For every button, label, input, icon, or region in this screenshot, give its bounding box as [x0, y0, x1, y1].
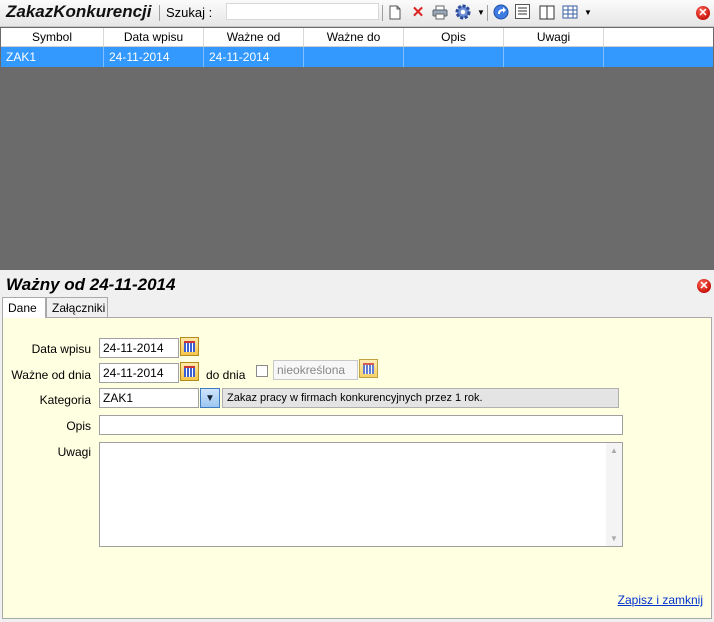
refresh-icon[interactable]	[493, 4, 509, 20]
cell-uwagi[interactable]	[504, 47, 604, 67]
kategoria-label: Kategoria	[39, 393, 91, 407]
window-title: ZakazKonkurencji	[6, 2, 152, 21]
column-header-wazne-do[interactable]: Ważne do	[304, 28, 404, 46]
data-grid: Symbol Data wpisu Ważne od Ważne do Opis…	[0, 27, 714, 270]
cell-opis[interactable]	[404, 47, 504, 67]
column-header-data-wpisu[interactable]: Data wpisu	[104, 28, 204, 46]
tab-zalaczniki[interactable]: Załączniki	[46, 297, 108, 317]
column-header-opis[interactable]: Opis	[404, 28, 504, 46]
column-header-uwagi[interactable]: Uwagi	[504, 28, 604, 46]
tab-dane[interactable]: Dane	[2, 297, 46, 318]
search-label: Szukaj :	[166, 5, 213, 20]
toolbar-separator	[382, 5, 383, 21]
cell-wazne-do[interactable]	[304, 47, 404, 67]
scroll-up-icon[interactable]: ▲	[610, 446, 618, 455]
toolbar-separator	[159, 5, 160, 21]
columns-icon[interactable]	[539, 4, 555, 20]
calendar-icon[interactable]	[359, 359, 378, 378]
toolbar-separator	[487, 5, 488, 21]
grid-dropdown-icon[interactable]: ▼	[580, 4, 596, 20]
delete-icon[interactable]: ✕	[410, 4, 426, 21]
wazne-od-label: Ważne od dnia	[11, 368, 91, 382]
chevron-down-icon[interactable]: ▼	[200, 388, 220, 408]
uwagi-label: Uwagi	[57, 445, 91, 459]
column-header-symbol[interactable]: Symbol	[1, 28, 104, 46]
calendar-icon[interactable]	[180, 362, 199, 381]
cell-wazne-od[interactable]: 24-11-2014	[204, 47, 304, 67]
kategoria-description: Zakaz pracy w firmach konkurencyjnych pr…	[222, 388, 619, 408]
grid-header: Symbol Data wpisu Ważne od Ważne do Opis…	[1, 28, 713, 47]
data-wpisu-field[interactable]: 24-11-2014	[99, 338, 179, 358]
detail-title: Ważny od 24-11-2014	[6, 275, 176, 294]
detail-close-icon[interactable]: ✕	[696, 278, 712, 294]
save-and-close-link[interactable]: Zapisz i zamknij	[618, 593, 703, 607]
opis-label: Opis	[66, 419, 91, 433]
form-panel: Data wpisu 24-11-2014 Ważne od dnia 24-1…	[2, 317, 712, 619]
toolbar: ZakazKonkurencji Szukaj : ✕ ▼ ▼ ✕	[0, 0, 714, 27]
do-dnia-checkbox[interactable]	[256, 365, 268, 377]
wazne-od-field[interactable]: 24-11-2014	[99, 363, 179, 383]
settings-icon[interactable]	[455, 4, 471, 20]
report-icon[interactable]	[515, 4, 530, 19]
new-document-icon[interactable]	[387, 4, 403, 20]
kategoria-field[interactable]: ZAK1	[99, 388, 199, 408]
data-wpisu-label: Data wpisu	[31, 342, 91, 356]
table-row[interactable]: ZAK1 24-11-2014 24-11-2014	[1, 47, 713, 67]
uwagi-textarea[interactable]: ▲ ▼	[99, 442, 623, 547]
scrollbar[interactable]: ▲ ▼	[606, 443, 622, 546]
cell-symbol[interactable]: ZAK1	[1, 47, 104, 67]
grid-layout-icon[interactable]	[562, 4, 578, 20]
search-input[interactable]	[226, 3, 379, 20]
do-dnia-label: do dnia	[206, 368, 246, 382]
cell-data-wpisu[interactable]: 24-11-2014	[104, 47, 204, 67]
opis-field[interactable]	[99, 415, 623, 435]
calendar-icon[interactable]	[180, 337, 199, 356]
close-icon[interactable]: ✕	[695, 5, 711, 21]
scroll-down-icon[interactable]: ▼	[610, 534, 618, 543]
column-header-wazne-od[interactable]: Ważne od	[204, 28, 304, 46]
do-dnia-field[interactable]: nieokreślona	[273, 360, 358, 380]
print-icon[interactable]	[432, 4, 448, 20]
